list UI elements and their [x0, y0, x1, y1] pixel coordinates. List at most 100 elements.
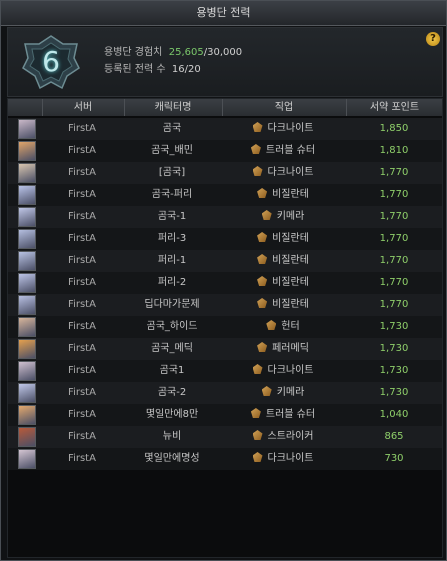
job-label: 다크나이트: [267, 453, 314, 464]
cell-character-name: 퍼리-3: [157, 233, 187, 244]
cell-server: FirstA: [68, 409, 96, 420]
help-icon[interactable]: ?: [426, 32, 440, 46]
job-label: 키메라: [276, 211, 305, 222]
job-class-icon: [261, 386, 272, 396]
exp-line: 용병단 경험치 25,605/30,000: [104, 44, 242, 61]
cell-server: FirstA: [68, 365, 96, 376]
job-label: 트러블 슈터: [265, 145, 316, 156]
job-class-icon: [250, 144, 261, 154]
table-row[interactable]: FirstA 곰국_하이드 헌터 1,730: [8, 316, 442, 338]
cell-server: FirstA: [68, 233, 96, 244]
cell-job: 다크나이트: [222, 162, 344, 184]
table-row[interactable]: FirstA 퍼리-3 비질란테 1,770: [8, 228, 442, 250]
table-row[interactable]: FirstA 몇일만에명성 다크나이트 730: [8, 448, 442, 470]
cell-job: 스트라이커: [222, 426, 344, 448]
job-class-icon: [250, 408, 261, 418]
table-row[interactable]: FirstA 딥다마가문제 비질란테 1,770: [8, 294, 442, 316]
window-title: 용병단 전력: [1, 1, 446, 26]
job-label: 키메라: [276, 387, 305, 398]
cell-server: FirstA: [68, 387, 96, 398]
job-class-icon: [257, 254, 268, 264]
job-label: 비질란테: [272, 277, 309, 288]
table-row[interactable]: FirstA 곰국1 다크나이트 1,730: [8, 360, 442, 382]
job-class-icon: [257, 188, 268, 198]
character-avatar-icon: [18, 273, 36, 293]
column-pledge-points[interactable]: 서약 포인트: [346, 99, 442, 116]
character-avatar-icon: [18, 427, 36, 447]
character-avatar-icon: [18, 449, 36, 469]
guild-level: 6: [42, 45, 60, 78]
column-server[interactable]: 서버: [42, 99, 123, 116]
cell-job: 헌터: [222, 316, 344, 338]
cell-pledge-points: 1,040: [379, 409, 409, 420]
cell-job: 키메라: [222, 206, 344, 228]
cell-character-name: 뉴비: [162, 431, 182, 442]
count-line: 등록된 전력 수 16/20: [104, 61, 242, 78]
table-row[interactable]: FirstA 몇일만에8만 트러블 슈터 1,040: [8, 404, 442, 426]
cell-job: 트러블 슈터: [222, 404, 344, 426]
job-class-icon: [257, 276, 268, 286]
guild-summary-panel: 6 용병단 경험치 25,605/30,000 등록된 전력 수 16/20 ?: [7, 27, 443, 97]
character-avatar-icon: [18, 207, 36, 227]
cell-character-name: 곰국: [162, 123, 182, 134]
job-class-icon: [252, 364, 263, 374]
cell-server: FirstA: [68, 255, 96, 266]
cell-character-name: 곰국_메딕: [151, 343, 193, 354]
job-class-icon: [252, 452, 263, 462]
job-class-icon: [266, 320, 277, 330]
exp-current: 25,605: [168, 47, 204, 58]
cell-job: 비질란테: [222, 250, 344, 272]
cell-pledge-points: 1,730: [379, 343, 409, 354]
cell-pledge-points: 1,730: [379, 321, 409, 332]
table-row[interactable]: FirstA [곰국] 다크나이트 1,770: [8, 162, 442, 184]
table-row[interactable]: FirstA 곰국_메딕 페러메딕 1,730: [8, 338, 442, 360]
cell-pledge-points: 1,770: [379, 211, 409, 222]
cell-character-name: 몇일만에명성: [144, 453, 200, 464]
exp-label: 용병단 경험치: [104, 47, 163, 58]
cell-server: FirstA: [68, 431, 96, 442]
cell-server: FirstA: [68, 189, 96, 200]
job-class-icon: [261, 210, 272, 220]
job-label: 헌터: [281, 321, 300, 332]
cell-pledge-points: 865: [384, 431, 404, 442]
exp-max: /30,000: [203, 47, 243, 58]
table-row[interactable]: FirstA 곰국 다크나이트 1,850: [8, 118, 442, 140]
character-avatar-icon: [18, 361, 36, 381]
character-avatar-icon: [18, 229, 36, 249]
table-row[interactable]: FirstA 곰국-1 키메라 1,770: [8, 206, 442, 228]
character-avatar-icon: [18, 119, 36, 139]
job-label: 페러메딕: [272, 343, 309, 354]
cell-server: FirstA: [68, 167, 96, 178]
cell-server: FirstA: [68, 299, 96, 310]
character-avatar-icon: [18, 163, 36, 183]
table-row[interactable]: FirstA 퍼리-1 비질란테 1,770: [8, 250, 442, 272]
cell-job: 비질란테: [222, 184, 344, 206]
table-row[interactable]: FirstA 곰국-퍼리 비질란테 1,770: [8, 184, 442, 206]
column-character-name[interactable]: 캐릭터명: [124, 99, 221, 116]
cell-job: 다크나이트: [222, 448, 344, 470]
table-row[interactable]: FirstA 곰국_배민 트러블 슈터 1,810: [8, 140, 442, 162]
cell-character-name: 몇일만에8만: [145, 409, 199, 420]
level-emblem-icon: 6: [22, 34, 80, 90]
cell-character-name: 딥다마가문제: [144, 299, 200, 310]
table-row[interactable]: FirstA 곰국-2 키메라 1,730: [8, 382, 442, 404]
cell-job: 트러블 슈터: [222, 140, 344, 162]
count-value: 16/20: [171, 64, 201, 75]
table-row[interactable]: FirstA 퍼리-2 비질란테 1,770: [8, 272, 442, 294]
member-table: 서버 캐릭터명 직업 서약 포인트 FirstA 곰국 다크나이트 1,850 Firs…: [7, 98, 443, 558]
cell-job: 페러메딕: [222, 338, 344, 360]
cell-pledge-points: 730: [384, 453, 404, 464]
table-row[interactable]: FirstA 뉴비 스트라이커 865: [8, 426, 442, 448]
guild-info: 용병단 경험치 25,605/30,000 등록된 전력 수 16/20: [104, 44, 242, 78]
cell-server: FirstA: [68, 453, 96, 464]
job-class-icon: [257, 232, 268, 242]
cell-server: FirstA: [68, 343, 96, 354]
job-label: 비질란테: [272, 255, 309, 266]
job-label: 비질란테: [272, 189, 309, 200]
cell-server: FirstA: [68, 277, 96, 288]
cell-server: FirstA: [68, 211, 96, 222]
column-job[interactable]: 직업: [222, 99, 345, 116]
cell-character-name: 곰국-2: [157, 387, 187, 398]
cell-character-name: 퍼리-1: [157, 255, 187, 266]
cell-pledge-points: 1,770: [379, 255, 409, 266]
